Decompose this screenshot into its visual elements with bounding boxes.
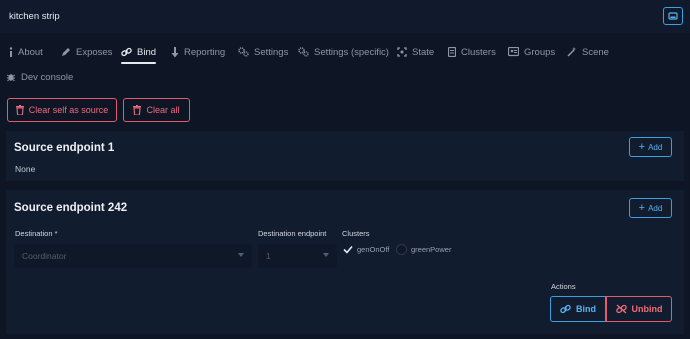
chevron-down-icon — [238, 253, 244, 257]
tab-scene[interactable]: Scene — [567, 40, 609, 64]
chevron-down-icon — [323, 253, 329, 257]
cluster-genonoff-label: genOnOff — [357, 244, 390, 254]
monitor-icon — [668, 11, 678, 20]
tab-clusters[interactable]: Clusters — [448, 40, 496, 64]
top-bar: kitchen strip — [0, 0, 690, 33]
tab-bind[interactable]: Bind — [121, 40, 157, 64]
plus-icon: + — [638, 201, 646, 214]
source-endpoint-1-card: Source endpoint 1 + Add None — [6, 131, 684, 181]
tab-settings-specific-label: Settings (specific) — [314, 46, 389, 58]
destination-endpoint-select-value: 1 — [266, 251, 271, 261]
plus-icon: + — [638, 140, 646, 153]
link-icon — [121, 47, 132, 57]
pencil-icon — [62, 48, 70, 56]
destination-select-value: Coordinator — [22, 251, 67, 261]
actions-label: Actions — [551, 282, 576, 291]
bug-icon — [6, 74, 16, 82]
trash-icon — [133, 105, 142, 115]
tab-reporting[interactable]: Reporting — [171, 40, 225, 64]
destination-label: Destination * — [15, 229, 58, 238]
device-title: kitchen strip — [9, 11, 60, 22]
tab-about[interactable]: About — [9, 40, 43, 64]
clear-all-label: Clear all — [146, 105, 180, 115]
add-endpoint-242-button[interactable]: + Add — [629, 198, 672, 218]
bind-button[interactable]: Bind — [550, 296, 606, 322]
clusters-label: Clusters — [342, 229, 370, 238]
source-endpoint-1-title: Source endpoint 1 — [14, 142, 115, 154]
state-icon — [397, 47, 407, 57]
tab-state-label: State — [412, 46, 435, 58]
tab-dev-console-label: Dev console — [21, 71, 74, 83]
tab-groups-label: Groups — [524, 46, 556, 58]
tab-scene-label: Scene — [582, 46, 609, 58]
link-icon — [560, 304, 571, 314]
arrow-down-icon — [171, 46, 179, 57]
bind-actions-group: Bind Unbind — [550, 296, 672, 322]
file-icon — [448, 47, 456, 57]
device-info-button[interactable] — [663, 7, 683, 25]
destination-select[interactable]: Coordinator — [14, 244, 252, 268]
bind-button-label: Bind — [576, 304, 596, 314]
tab-clusters-label: Clusters — [461, 46, 496, 58]
clear-self-as-source-button[interactable]: Clear self as source — [7, 98, 117, 122]
source-endpoint-242-title: Source endpoint 242 — [14, 202, 128, 214]
tab-state[interactable]: State — [397, 40, 434, 64]
tab-settings[interactable]: Settings — [238, 40, 288, 64]
tab-about-label: About — [18, 46, 43, 58]
info-icon — [9, 47, 13, 57]
unlink-icon — [615, 304, 627, 314]
checkmark-icon — [343, 244, 353, 254]
cluster-checkbox-greenpower[interactable]: greenPower — [396, 244, 451, 255]
tab-settings-label: Settings — [254, 46, 289, 58]
unchecked-circle-icon — [396, 244, 407, 255]
trash-icon — [15, 105, 24, 115]
clear-self-as-source-label: Clear self as source — [28, 105, 109, 115]
unbind-button[interactable]: Unbind — [606, 296, 672, 322]
tab-groups[interactable]: Groups — [508, 40, 555, 64]
cogs-icon — [238, 47, 249, 57]
unbind-button-label: Unbind — [631, 304, 663, 314]
wand-icon — [567, 47, 576, 57]
add-endpoint-242-label: Add — [648, 203, 663, 213]
cluster-checkbox-genonoff[interactable]: genOnOff — [343, 244, 389, 254]
tab-reporting-label: Reporting — [184, 46, 226, 58]
source-endpoint-1-value: None — [15, 164, 36, 174]
cluster-greenpower-label: greenPower — [411, 245, 452, 254]
cogs-icon — [298, 47, 309, 57]
tab-exposes-label: Exposes — [76, 46, 113, 58]
groups-icon — [508, 47, 519, 57]
tab-exposes[interactable]: Exposes — [61, 40, 112, 64]
tab-settings-specific[interactable]: Settings (specific) — [298, 40, 389, 64]
tab-bind-label: Bind — [137, 46, 157, 58]
clear-all-button[interactable]: Clear all — [123, 98, 190, 122]
destination-endpoint-label: Destination endpoint — [258, 229, 327, 238]
add-endpoint-1-label: Add — [648, 142, 663, 152]
destination-endpoint-select[interactable]: 1 — [258, 244, 337, 268]
add-endpoint-1-button[interactable]: + Add — [629, 137, 672, 157]
tab-dev-console[interactable]: Dev console — [6, 65, 73, 89]
